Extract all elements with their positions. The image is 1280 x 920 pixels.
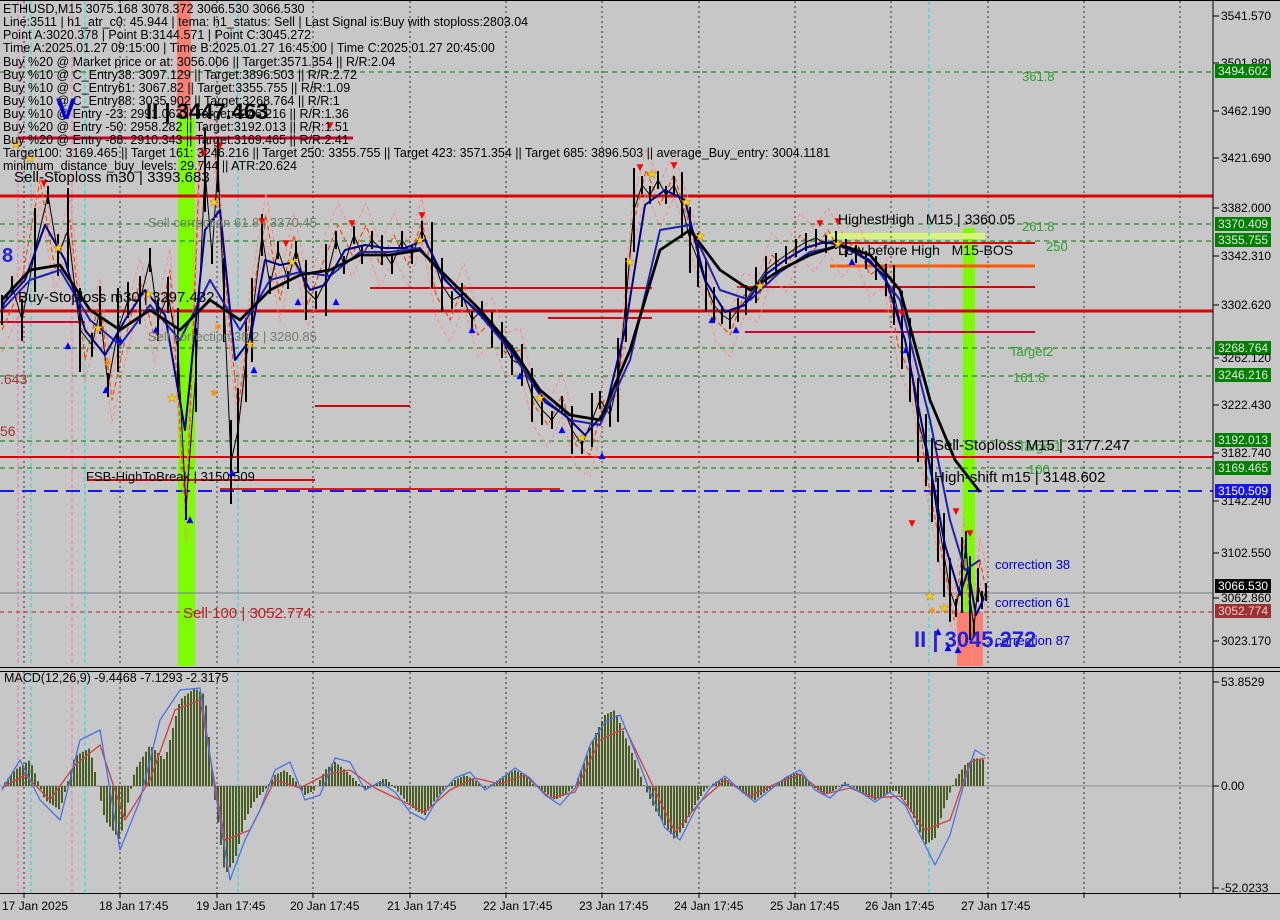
svg-text:▼: ▼ bbox=[259, 217, 266, 227]
svg-text:▲: ▲ bbox=[187, 515, 194, 525]
price-axis-label: 3192.013 bbox=[1215, 433, 1271, 447]
svg-text:▲: ▲ bbox=[709, 315, 716, 325]
svg-text:★: ★ bbox=[167, 391, 178, 405]
price-axis-label: 3342.310 bbox=[1221, 249, 1271, 263]
svg-text:▲: ▲ bbox=[935, 627, 942, 637]
trading-chart-screen: ▲▲▲▲▲▲▲▲▲▲▲▲▲▲▲▲▲▲▲▲▼▼▼▼▼▼▼▼▼▼▼▼▼▼▼▼★★★★… bbox=[0, 0, 1280, 920]
svg-text:▼: ▼ bbox=[953, 507, 960, 517]
svg-text:▼: ▼ bbox=[217, 141, 224, 151]
svg-text:▼: ▼ bbox=[967, 529, 974, 539]
svg-text:▲: ▲ bbox=[153, 325, 160, 335]
price-axis-label: 53.8529 bbox=[1221, 675, 1264, 689]
svg-text:★: ★ bbox=[415, 233, 426, 247]
svg-text:▼: ▼ bbox=[41, 179, 48, 189]
price-axis-label: 3262.120 bbox=[1221, 351, 1271, 365]
svg-text:★: ★ bbox=[209, 195, 220, 209]
svg-text:▲: ▲ bbox=[469, 325, 476, 335]
svg-text:▲: ▲ bbox=[849, 257, 856, 267]
price-axis-label: 3023.170 bbox=[1221, 634, 1271, 648]
svg-text:★: ★ bbox=[535, 391, 546, 405]
svg-text:▲: ▲ bbox=[251, 365, 258, 375]
svg-text:▼: ▼ bbox=[349, 219, 356, 229]
svg-text:▼: ▼ bbox=[419, 211, 426, 221]
svg-text:▼: ▼ bbox=[637, 163, 644, 173]
time-axis-label: 23 Jan 17:45 bbox=[579, 899, 648, 913]
svg-text:★: ★ bbox=[25, 151, 36, 165]
price-axis-label: 3246.216 bbox=[1215, 368, 1271, 382]
price-axis-label: 3382.000 bbox=[1221, 201, 1271, 215]
svg-text:★: ★ bbox=[11, 137, 22, 151]
price-axis-label: 3052.774 bbox=[1215, 604, 1271, 618]
svg-text:▼: ▼ bbox=[671, 161, 678, 171]
price-axis-label: 3102.550 bbox=[1221, 546, 1271, 560]
time-axis-label: 21 Jan 17:45 bbox=[387, 899, 456, 913]
svg-text:▼: ▼ bbox=[327, 121, 334, 131]
svg-text:★: ★ bbox=[755, 279, 766, 293]
svg-text:▼: ▼ bbox=[817, 219, 824, 229]
time-axis-label: 24 Jan 17:45 bbox=[674, 899, 743, 913]
price-axis-label: 3222.430 bbox=[1221, 398, 1271, 412]
time-axis-label: 20 Jan 17:45 bbox=[290, 899, 359, 913]
svg-text:★: ★ bbox=[53, 241, 64, 255]
price-axis-label: -52.0233 bbox=[1221, 881, 1268, 895]
svg-text:★: ★ bbox=[695, 229, 706, 243]
svg-text:★: ★ bbox=[939, 601, 950, 615]
svg-text:★: ★ bbox=[833, 237, 844, 251]
svg-text:▼: ▼ bbox=[283, 239, 290, 249]
price-axis-label: 3182.740 bbox=[1221, 446, 1271, 460]
svg-text:★: ★ bbox=[625, 255, 636, 269]
svg-text:▲: ▲ bbox=[945, 643, 952, 653]
svg-text:✱: ✱ bbox=[104, 359, 112, 369]
price-axis-label: 3494.602 bbox=[1215, 64, 1271, 78]
price-axis-label: 3062.860 bbox=[1221, 591, 1271, 605]
time-axis-label: 25 Jan 17:45 bbox=[770, 899, 839, 913]
time-axis-label: 27 Jan 17:45 bbox=[961, 899, 1030, 913]
time-axis-label: 26 Jan 17:45 bbox=[865, 899, 934, 913]
price-axis-label: 3302.620 bbox=[1221, 298, 1271, 312]
svg-text:★: ★ bbox=[647, 167, 658, 181]
price-axis-label: 3421.690 bbox=[1221, 151, 1271, 165]
svg-text:★: ★ bbox=[143, 287, 154, 301]
svg-text:▲: ▲ bbox=[295, 297, 302, 307]
svg-text:✱: ✱ bbox=[214, 323, 222, 333]
svg-text:▲: ▲ bbox=[333, 297, 340, 307]
svg-text:▲: ▲ bbox=[117, 335, 124, 345]
svg-text:▲: ▲ bbox=[559, 425, 566, 435]
svg-text:▲: ▲ bbox=[229, 468, 236, 478]
time-axis-label: 18 Jan 17:45 bbox=[99, 899, 168, 913]
svg-text:★: ★ bbox=[287, 255, 298, 269]
svg-text:▼: ▼ bbox=[909, 519, 916, 529]
price-axis-label: 3142.240 bbox=[1221, 494, 1271, 508]
chart-canvas[interactable]: ▲▲▲▲▲▲▲▲▲▲▲▲▲▲▲▲▲▲▲▲▼▼▼▼▼▼▼▼▼▼▼▼▼▼▼▼★★★★… bbox=[0, 0, 1280, 920]
price-axis-label: 3355.755 bbox=[1215, 233, 1271, 247]
svg-text:✱: ✱ bbox=[928, 607, 936, 617]
time-axis-label: 17 Jan 2025 bbox=[2, 899, 68, 913]
svg-text:★: ★ bbox=[925, 589, 936, 603]
svg-text:▲: ▲ bbox=[517, 371, 524, 381]
time-axis-label: 22 Jan 17:45 bbox=[483, 899, 552, 913]
svg-text:★: ★ bbox=[93, 321, 104, 335]
svg-text:★: ★ bbox=[245, 337, 256, 351]
price-axis-label: 3541.570 bbox=[1221, 9, 1271, 23]
svg-text:★: ★ bbox=[577, 431, 588, 445]
svg-text:▲: ▲ bbox=[103, 385, 110, 395]
svg-text:✱: ✱ bbox=[210, 389, 218, 399]
svg-text:▲: ▲ bbox=[733, 325, 740, 335]
svg-text:▼: ▼ bbox=[201, 149, 208, 159]
price-axis-label: 3370.409 bbox=[1215, 217, 1271, 231]
svg-text:▲: ▲ bbox=[903, 345, 910, 355]
svg-text:▼: ▼ bbox=[899, 309, 906, 319]
svg-text:▲: ▲ bbox=[955, 645, 962, 655]
svg-text:▲: ▲ bbox=[65, 341, 72, 351]
svg-text:▲: ▲ bbox=[599, 451, 606, 461]
svg-text:★: ★ bbox=[681, 195, 692, 209]
time-axis-label: 19 Jan 17:45 bbox=[196, 899, 265, 913]
svg-text:▼: ▼ bbox=[835, 217, 842, 227]
price-axis-label: 3462.190 bbox=[1221, 104, 1271, 118]
price-axis-label: 0.00 bbox=[1221, 779, 1244, 793]
price-axis-label: 3169.465 bbox=[1215, 461, 1271, 475]
